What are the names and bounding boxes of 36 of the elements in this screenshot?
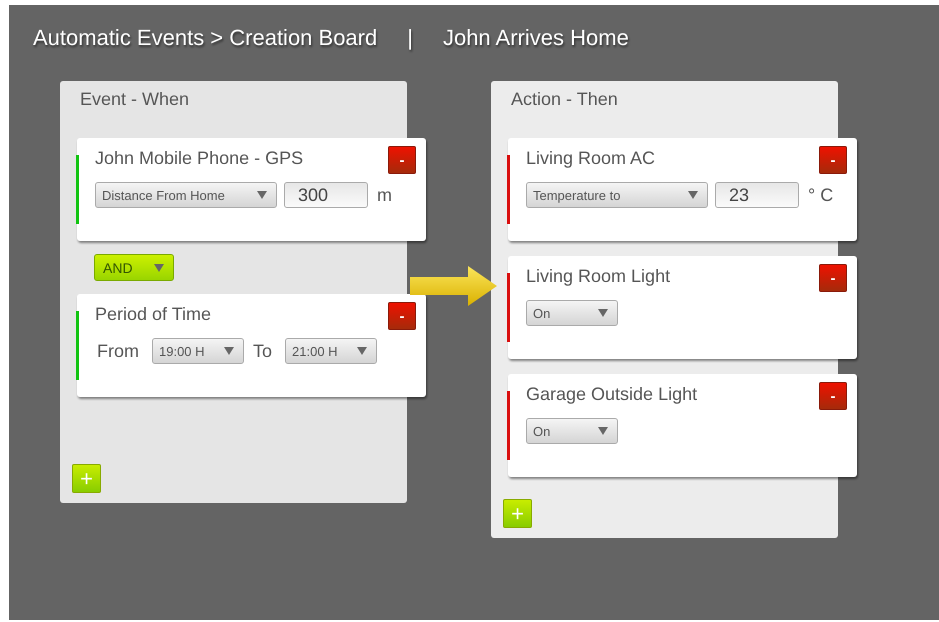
breadcrumb: Automatic Events > Creation Board (33, 25, 378, 51)
panel-title: Action - Then (510, 88, 619, 111)
card-title: Living Room Light (526, 266, 670, 287)
field-label: From (97, 340, 139, 362)
remove-button[interactable]: - (819, 264, 847, 292)
input-field[interactable]: 300 (284, 182, 368, 208)
caret-icon (223, 346, 235, 356)
caret-icon (153, 262, 165, 272)
card-title: Period of Time (95, 304, 212, 325)
input-field[interactable]: 23 (715, 182, 799, 208)
dropdown[interactable]: On (526, 418, 618, 444)
caret-icon (687, 190, 699, 200)
panel-title: Event - When (79, 88, 190, 111)
dropdown[interactable]: 19:00 H (152, 338, 244, 364)
separator: | (407, 25, 413, 51)
caret-icon (597, 426, 609, 436)
card-title: John Mobile Phone - GPS (95, 148, 304, 169)
remove-button[interactable]: - (819, 382, 847, 410)
field-label: To (253, 340, 272, 362)
remove-button[interactable]: - (388, 302, 416, 330)
caret-icon (256, 190, 268, 200)
field-label: m (377, 184, 392, 206)
arrow-icon (410, 265, 498, 307)
field-label: ° C (808, 184, 834, 206)
dropdown[interactable]: On (526, 300, 618, 326)
remove-button[interactable]: - (819, 146, 847, 174)
card-title: Garage Outside Light (526, 384, 698, 405)
dropdown[interactable]: Distance From Home (95, 182, 277, 208)
dropdown[interactable]: Temperature to (526, 182, 708, 208)
remove-button[interactable]: - (388, 146, 416, 174)
caret-icon (356, 346, 368, 356)
dropdown[interactable]: 21:00 H (285, 338, 378, 364)
rule-name: John Arrives Home (442, 25, 629, 51)
card-title: Living Room AC (526, 148, 656, 169)
caret-icon (597, 308, 609, 318)
operator-dropdown[interactable]: AND (94, 254, 174, 281)
